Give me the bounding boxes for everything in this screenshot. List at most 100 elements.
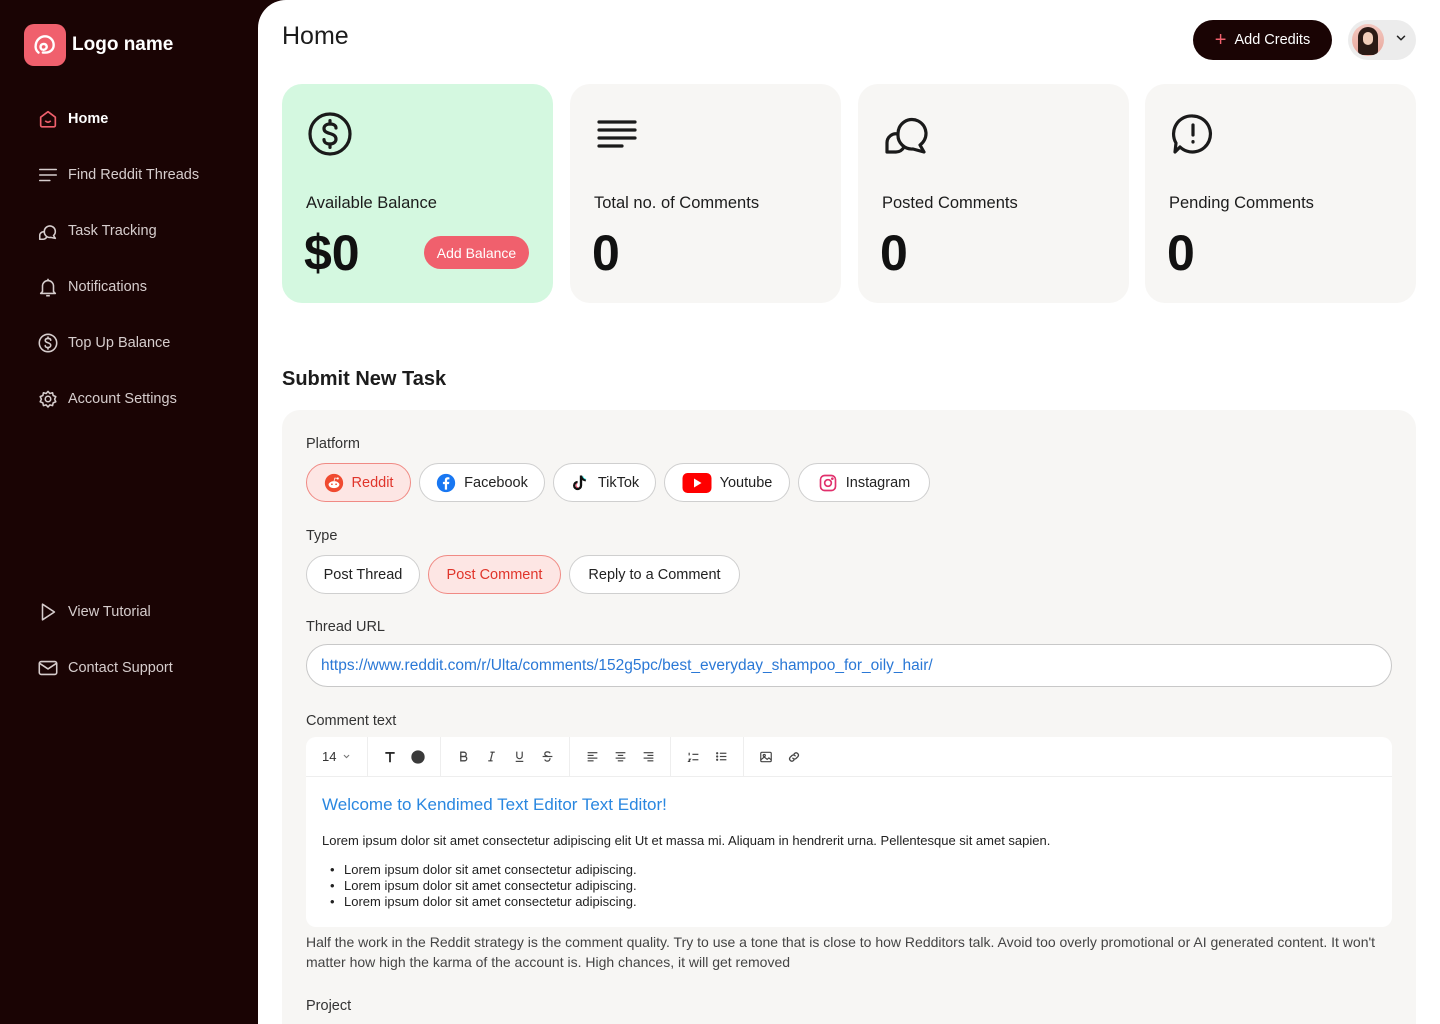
image-icon[interactable] <box>752 743 780 771</box>
chip-label: Instagram <box>845 474 911 491</box>
add-credits-label: Add Credits <box>1234 32 1311 48</box>
type-reply-to-comment[interactable]: Reply to a Comment <box>569 555 740 594</box>
alert-bubble-icon <box>1169 110 1217 163</box>
sidebar-item-contact-support[interactable]: Contact Support <box>36 655 173 681</box>
editor-paragraph: Lorem ipsum dolor sit amet consectetur a… <box>322 833 1051 848</box>
sidebar-item-notifications[interactable]: Notifications <box>36 274 147 300</box>
stat-label: Posted Comments <box>882 194 1018 212</box>
chip-label: TikTok <box>597 474 640 491</box>
type-post-comment[interactable]: Post Comment <box>428 555 561 594</box>
sidebar-item-view-tutorial[interactable]: View Tutorial <box>36 599 151 625</box>
platform-tiktok[interactable]: TikTok <box>553 463 656 502</box>
stat-label: Available Balance <box>306 194 437 212</box>
stat-value: $0 <box>304 225 360 281</box>
bullet-list-icon[interactable] <box>707 743 735 771</box>
type-post-thread[interactable]: Post Thread <box>306 555 420 594</box>
underline-icon[interactable] <box>505 743 533 771</box>
add-credits-button[interactable]: + Add Credits <box>1193 20 1332 60</box>
thread-url-label: Thread URL <box>306 619 385 635</box>
font-size-select[interactable]: 14 <box>314 749 359 764</box>
list-item: Lorem ipsum dolor sit amet consectetur a… <box>330 862 1376 878</box>
platform-facebook[interactable]: Facebook <box>419 463 545 502</box>
project-label: Project <box>306 998 352 1014</box>
sidebar-item-label: Top Up Balance <box>68 335 171 351</box>
editor-content[interactable]: Welcome to Kendimed Text Editor Text Edi… <box>306 777 1392 928</box>
chip-label: Facebook <box>464 474 528 491</box>
list-item: Lorem ipsum dolor sit amet consectetur a… <box>330 894 1376 910</box>
platform-youtube[interactable]: Youtube <box>664 463 790 502</box>
platform-instagram[interactable]: Instagram <box>798 463 930 502</box>
comment-hint: Half the work in the Reddit strategy is … <box>306 934 1376 970</box>
italic-icon[interactable] <box>477 743 505 771</box>
plus-icon: + <box>1214 29 1227 51</box>
chip-label: Reddit <box>351 474 394 491</box>
avatar <box>1352 24 1384 56</box>
reddit-icon <box>324 473 344 493</box>
sidebar-item-task-tracking[interactable]: Task Tracking <box>36 218 157 244</box>
section-title: Submit New Task <box>282 368 447 390</box>
link-icon[interactable] <box>780 743 808 771</box>
logo[interactable]: Logo name <box>24 24 173 66</box>
profile-menu[interactable] <box>1348 20 1416 60</box>
sidebar-item-label: Account Settings <box>68 391 177 407</box>
submit-task-form: Platform Reddit Facebook TikTok Youtube <box>282 410 1416 1024</box>
bold-icon[interactable] <box>449 743 477 771</box>
platform-reddit[interactable]: Reddit <box>306 463 411 502</box>
sidebar-item-find-reddit-threads[interactable]: Find Reddit Threads <box>36 162 199 188</box>
chat-bubbles-icon <box>36 219 60 243</box>
sidebar-item-account-settings[interactable]: Account Settings <box>36 386 177 412</box>
align-right-icon[interactable] <box>634 743 662 771</box>
text-style-icon[interactable] <box>376 743 404 771</box>
pending-comments-card: Pending Comments 0 <box>1145 84 1416 303</box>
comment-text-label: Comment text <box>306 713 397 729</box>
ordered-list-icon[interactable] <box>679 743 707 771</box>
stat-value: 0 <box>592 225 620 281</box>
sidebar-item-label: Home <box>68 111 109 127</box>
align-center-icon[interactable] <box>606 743 634 771</box>
sidebar-item-label: Notifications <box>68 279 147 295</box>
editor-heading: Welcome to Kendimed Text Editor Text Edi… <box>322 795 667 814</box>
instagram-icon <box>818 473 838 493</box>
lines-icon <box>36 163 60 187</box>
sidebar-item-label: Find Reddit Threads <box>68 167 200 183</box>
sidebar-item-label: View Tutorial <box>68 604 151 620</box>
main-content: Home + Add Credits Available Balance $0 … <box>258 0 1440 1024</box>
chevron-down-icon <box>1394 31 1408 50</box>
available-balance-card: Available Balance $0 Add Balance <box>282 84 553 303</box>
logo-text: Logo name <box>72 34 174 55</box>
stat-label: Total no. of Comments <box>594 194 760 212</box>
sidebar: Logo name Home Find Reddit Threads Task … <box>0 0 258 1024</box>
editor-toolbar: 14 <box>306 736 1392 777</box>
sidebar-item-label: Contact Support <box>68 660 173 676</box>
platform-label: Platform <box>306 436 360 452</box>
dollar-circle-icon <box>36 331 60 355</box>
chip-label: Youtube <box>719 474 773 491</box>
text-color-icon[interactable] <box>404 743 432 771</box>
dollar-circle-icon <box>306 110 354 163</box>
stat-label: Pending Comments <box>1169 194 1314 212</box>
chat-bubbles-icon <box>882 110 930 163</box>
mail-icon <box>36 656 60 680</box>
posted-comments-card: Posted Comments 0 <box>858 84 1129 303</box>
sidebar-item-top-up-balance[interactable]: Top Up Balance <box>36 330 170 356</box>
editor-bullet-list: Lorem ipsum dolor sit amet consectetur a… <box>322 862 1376 910</box>
stat-value: 0 <box>880 225 908 281</box>
strikethrough-icon[interactable] <box>533 743 561 771</box>
gear-icon <box>36 387 60 411</box>
home-icon <box>36 107 60 131</box>
text-lines-icon <box>594 110 642 163</box>
align-left-icon[interactable] <box>578 743 606 771</box>
sidebar-item-label: Task Tracking <box>68 223 157 239</box>
tiktok-icon <box>570 473 590 493</box>
sidebar-item-home[interactable]: Home <box>36 106 108 132</box>
add-balance-button[interactable]: Add Balance <box>424 236 529 269</box>
logo-icon <box>24 24 66 66</box>
rich-text-editor[interactable]: 14 Welcome to Kendimed Text Editor Text … <box>306 736 1392 928</box>
page-title: Home <box>282 22 349 50</box>
total-comments-card: Total no. of Comments 0 <box>570 84 841 303</box>
thread-url-input[interactable] <box>306 644 1392 687</box>
list-item: Lorem ipsum dolor sit amet consectetur a… <box>330 878 1376 894</box>
youtube-icon <box>682 472 712 494</box>
facebook-icon <box>436 473 456 493</box>
bell-icon <box>36 275 60 299</box>
